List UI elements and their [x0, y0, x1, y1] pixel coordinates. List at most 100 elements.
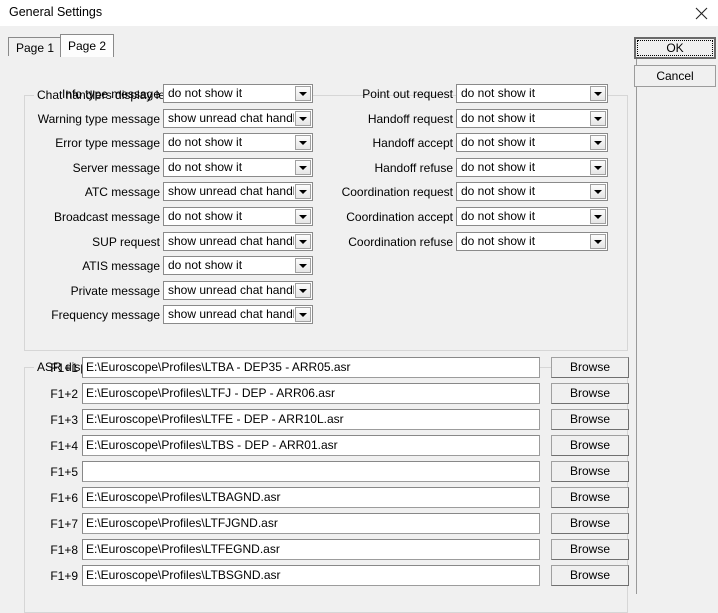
asr-path-input-1[interactable]: E:\Euroscope\Profiles\LTFJ - DEP - ARR06…	[82, 383, 540, 404]
chevron-down-icon[interactable]	[295, 135, 311, 150]
chat-right-2-value: do not show it	[461, 135, 536, 149]
chat-left-1-combobox[interactable]: show unread chat handler	[163, 109, 313, 128]
cancel-button[interactable]: Cancel	[634, 65, 716, 87]
chat-right-1-label: Handoff request	[367, 112, 453, 126]
chevron-down-icon[interactable]	[590, 135, 606, 150]
chat-left-4-combobox[interactable]: show unread chat handler	[163, 182, 313, 201]
dialog-client-area: Page 1 Page 2 Chat handlers display leve…	[0, 26, 718, 613]
chat-left-8-value: show unread chat handler	[168, 283, 294, 297]
tab-strip: Page 1 Page 2	[8, 34, 632, 57]
chat-left-6-value: show unread chat handler	[168, 234, 294, 248]
chat-right-6-value: do not show it	[461, 234, 536, 248]
chat-left-9-label: Frequency message	[51, 308, 160, 322]
ok-button[interactable]: OK	[634, 37, 716, 59]
chat-left-0-label: Info type message	[61, 87, 160, 101]
chat-left-5-value: do not show it	[168, 209, 243, 223]
right-panel-divider	[636, 58, 637, 594]
chat-right-0-combobox[interactable]: do not show it	[456, 84, 608, 103]
chat-left-3-combobox[interactable]: do not show it	[163, 158, 313, 177]
chat-left-5-combobox[interactable]: do not show it	[163, 207, 313, 226]
chevron-down-icon[interactable]	[295, 209, 311, 224]
close-button[interactable]	[684, 0, 718, 26]
chat-right-3-value: do not show it	[461, 160, 536, 174]
asr-key-label-5: F1+6	[50, 491, 78, 505]
browse-button-6[interactable]: Browse	[551, 513, 629, 534]
chat-right-6-combobox[interactable]: do not show it	[456, 232, 608, 251]
chat-right-5-combobox[interactable]: do not show it	[456, 207, 608, 226]
tab-page-2[interactable]: Page 2	[60, 34, 115, 57]
chevron-down-icon[interactable]	[295, 111, 311, 126]
chat-left-4-label: ATC message	[84, 185, 160, 199]
chat-left-6-combobox[interactable]: show unread chat handler	[163, 232, 313, 251]
asr-key-label-7: F1+8	[50, 543, 78, 557]
browse-button-0[interactable]: Browse	[551, 357, 629, 378]
tab-page-1[interactable]: Page 1	[8, 37, 63, 56]
chat-left-5-label: Broadcast message	[53, 210, 160, 224]
chat-left-2-label: Error type message	[55, 136, 160, 150]
chat-left-6-label: SUP request	[92, 235, 160, 249]
chevron-down-icon[interactable]	[590, 86, 606, 101]
chat-right-2-combobox[interactable]: do not show it	[456, 133, 608, 152]
chat-left-2-combobox[interactable]: do not show it	[163, 133, 313, 152]
chat-right-1-value: do not show it	[461, 111, 536, 125]
chevron-down-icon[interactable]	[295, 307, 311, 322]
chat-left-8-combobox[interactable]: show unread chat handler	[163, 281, 313, 300]
browse-button-4[interactable]: Browse	[551, 461, 629, 482]
chevron-down-icon[interactable]	[295, 86, 311, 101]
chat-left-0-combobox[interactable]: do not show it	[163, 84, 313, 103]
asr-path-input-2[interactable]: E:\Euroscope\Profiles\LTFE - DEP - ARR10…	[82, 409, 540, 430]
chevron-down-icon[interactable]	[295, 184, 311, 199]
chat-left-9-value: show unread chat handler	[168, 307, 294, 321]
chat-right-4-combobox[interactable]: do not show it	[456, 182, 608, 201]
chat-left-3-label: Server message	[72, 161, 160, 175]
browse-button-7[interactable]: Browse	[551, 539, 629, 560]
browse-button-8[interactable]: Browse	[551, 565, 629, 586]
chat-left-7-combobox[interactable]: do not show it	[163, 256, 313, 275]
asr-path-value-3: E:\Euroscope\Profiles\LTBS - DEP - ARR01…	[86, 438, 338, 452]
chevron-down-icon[interactable]	[590, 234, 606, 249]
chevron-down-icon[interactable]	[590, 111, 606, 126]
asr-path-input-0[interactable]: E:\Euroscope\Profiles\LTBA - DEP35 - ARR…	[82, 357, 540, 378]
close-icon	[695, 7, 708, 20]
title-bar: General Settings	[0, 0, 718, 26]
asr-key-label-0: F1+1	[50, 361, 78, 375]
chat-right-6-label: Coordination refuse	[348, 235, 453, 249]
chat-right-2-label: Handoff accept	[372, 136, 453, 150]
asr-path-value-1: E:\Euroscope\Profiles\LTFJ - DEP - ARR06…	[86, 386, 335, 400]
browse-button-5[interactable]: Browse	[551, 487, 629, 508]
asr-path-input-3[interactable]: E:\Euroscope\Profiles\LTBS - DEP - ARR01…	[82, 435, 540, 456]
chat-right-3-label: Handoff refuse	[374, 161, 454, 175]
asr-path-value-2: E:\Euroscope\Profiles\LTFE - DEP - ARR10…	[86, 412, 344, 426]
asr-key-label-2: F1+3	[50, 413, 78, 427]
browse-button-1[interactable]: Browse	[551, 383, 629, 404]
chevron-down-icon[interactable]	[590, 160, 606, 175]
chat-left-9-combobox[interactable]: show unread chat handler	[163, 305, 313, 324]
chat-left-1-label: Warning type message	[37, 112, 160, 126]
chat-right-4-value: do not show it	[461, 184, 536, 198]
asr-key-label-3: F1+4	[50, 439, 78, 453]
chat-right-5-value: do not show it	[461, 209, 536, 223]
chevron-down-icon[interactable]	[295, 234, 311, 249]
asr-path-input-4[interactable]	[82, 461, 540, 482]
browse-button-3[interactable]: Browse	[551, 435, 629, 456]
asr-path-value-5: E:\Euroscope\Profiles\LTBAGND.asr	[86, 490, 281, 504]
chat-right-5-label: Coordination accept	[346, 210, 453, 224]
asr-path-input-8[interactable]: E:\Euroscope\Profiles\LTBSGND.asr	[82, 565, 540, 586]
chevron-down-icon[interactable]	[590, 184, 606, 199]
chevron-down-icon[interactable]	[295, 283, 311, 298]
chevron-down-icon[interactable]	[295, 258, 311, 273]
chevron-down-icon[interactable]	[295, 160, 311, 175]
chat-left-7-label: ATIS message	[82, 259, 160, 273]
chevron-down-icon[interactable]	[590, 209, 606, 224]
asr-path-input-5[interactable]: E:\Euroscope\Profiles\LTBAGND.asr	[82, 487, 540, 508]
chat-left-7-value: do not show it	[168, 258, 243, 272]
asr-path-input-6[interactable]: E:\Euroscope\Profiles\LTFJGND.asr	[82, 513, 540, 534]
chat-right-1-combobox[interactable]: do not show it	[456, 109, 608, 128]
chat-right-4-label: Coordination request	[341, 185, 453, 199]
chat-right-3-combobox[interactable]: do not show it	[456, 158, 608, 177]
asr-path-input-7[interactable]: E:\Euroscope\Profiles\LTFEGND.asr	[82, 539, 540, 560]
chat-left-3-value: do not show it	[168, 160, 243, 174]
chat-right-0-label: Point out request	[362, 87, 453, 101]
asr-path-value-8: E:\Euroscope\Profiles\LTBSGND.asr	[86, 568, 281, 582]
browse-button-2[interactable]: Browse	[551, 409, 629, 430]
